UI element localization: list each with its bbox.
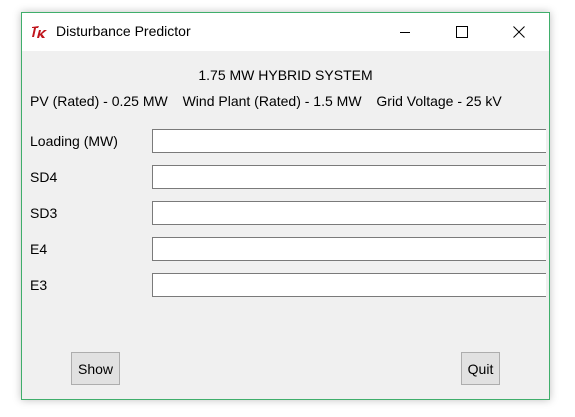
quit-button[interactable]: Quit	[461, 352, 500, 385]
show-button[interactable]: Show	[71, 352, 120, 385]
field-row-sd3: SD3	[22, 201, 549, 227]
close-icon	[513, 26, 525, 38]
grid-voltage: Grid Voltage - 25 kV	[376, 93, 502, 109]
field-row-sd4: SD4	[22, 165, 549, 191]
minimize-icon	[400, 32, 410, 33]
maximize-icon	[456, 26, 468, 38]
app-window: Disturbance Predictor 1.75 MW HYBRID SYS…	[21, 12, 550, 400]
loading-input[interactable]	[152, 129, 546, 153]
tk-feather-icon	[32, 26, 47, 38]
pv-rating: PV (Rated) - 0.25 MW	[30, 93, 168, 109]
wind-rating: Wind Plant (Rated) - 1.5 MW	[182, 93, 362, 109]
maximize-button[interactable]	[439, 13, 485, 51]
system-heading: 1.75 MW HYBRID SYSTEM	[198, 67, 373, 83]
e4-input[interactable]	[152, 237, 546, 261]
window-title: Disturbance Predictor	[56, 23, 191, 39]
sd3-input[interactable]	[152, 201, 546, 225]
title-bar[interactable]: Disturbance Predictor	[22, 13, 549, 51]
system-specs: PV (Rated) - 0.25 MW Wind Plant (Rated) …	[30, 93, 513, 109]
field-row-loading: Loading (MW)	[22, 129, 549, 155]
sd4-label: SD4	[30, 169, 58, 185]
loading-label: Loading (MW)	[30, 133, 118, 149]
field-row-e4: E4	[22, 237, 549, 263]
sd4-input[interactable]	[152, 165, 546, 189]
e3-label: E3	[30, 277, 48, 293]
e3-input[interactable]	[152, 273, 546, 297]
field-row-e3: E3	[22, 273, 549, 299]
e4-label: E4	[30, 241, 48, 257]
sd3-label: SD3	[30, 205, 58, 221]
minimize-button[interactable]	[382, 13, 428, 51]
close-button[interactable]	[496, 13, 542, 51]
